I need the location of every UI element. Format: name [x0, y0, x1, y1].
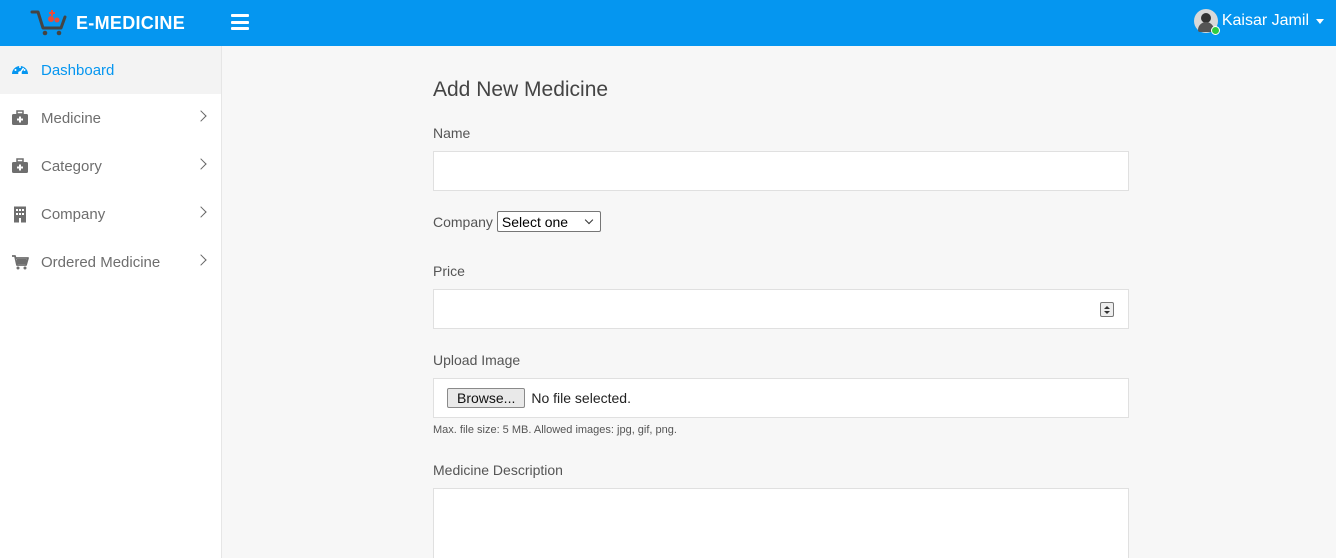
upload-help-text: Max. file size: 5 MB. Allowed images: jp… — [433, 424, 677, 436]
name-input[interactable] — [433, 151, 1129, 191]
upload-image-label: Upload Image — [433, 352, 521, 368]
chevron-down-icon — [584, 215, 594, 225]
sidebar-item-label: Medicine — [41, 109, 102, 127]
medical-bag-icon — [11, 109, 29, 127]
caret-down-icon — [1316, 18, 1324, 24]
sidebar-item-label: Company — [41, 205, 106, 223]
sidebar-item-dashboard[interactable]: Dashboard — [0, 46, 221, 94]
sidebar-item-label: Category — [41, 157, 102, 175]
file-status-text: No file selected. — [531, 390, 631, 406]
cart-logo-icon — [30, 8, 68, 38]
image-upload-field: Browse... No file selected. — [433, 378, 1129, 418]
sidebar: Dashboard Medicine Category Company Orde… — [0, 46, 222, 558]
medical-bag-icon — [11, 157, 29, 175]
dashboard-gauge-icon — [11, 61, 29, 79]
user-menu[interactable]: Kaisar Jamil — [1193, 9, 1324, 35]
chevron-right-icon — [195, 110, 207, 122]
browse-button[interactable]: Browse... — [447, 388, 526, 408]
page-title: Add New Medicine — [433, 78, 609, 101]
number-spinner-icon[interactable] — [1100, 302, 1114, 317]
chevron-right-icon — [195, 254, 207, 266]
sidebar-item-medicine[interactable]: Medicine — [0, 94, 221, 142]
sidebar-item-label: Ordered Medicine — [41, 253, 161, 271]
company-label: Company — [433, 213, 493, 230]
name-label: Name — [433, 125, 471, 141]
sidebar-item-category[interactable]: Category — [0, 142, 221, 190]
chevron-right-icon — [195, 158, 207, 170]
brand-name: E-MEDICINE — [76, 12, 186, 33]
online-status-icon — [1210, 26, 1220, 35]
company-select[interactable]: Select one — [496, 211, 601, 232]
avatar — [1193, 9, 1220, 35]
brand[interactable]: E-MEDICINE — [30, 8, 185, 38]
main-content: Add New Medicine Name Company Select one… — [222, 46, 1336, 558]
building-icon — [11, 205, 29, 223]
chevron-right-icon — [195, 206, 207, 218]
company-select-value: Select one — [501, 213, 569, 230]
description-label: Medicine Description — [433, 462, 563, 478]
cart-icon — [11, 253, 29, 271]
top-navbar: E-MEDICINE Kaisar Jamil — [0, 0, 1336, 46]
sidebar-item-company[interactable]: Company — [0, 190, 221, 238]
description-textarea[interactable] — [433, 488, 1129, 558]
company-row: Company Select one — [433, 211, 601, 232]
menu-toggle-icon[interactable] — [231, 14, 249, 30]
price-label: Price — [433, 263, 465, 279]
sidebar-item-ordered-medicine[interactable]: Ordered Medicine — [0, 238, 221, 286]
price-input[interactable] — [433, 289, 1129, 329]
sidebar-item-label: Dashboard — [41, 61, 115, 79]
user-name: Kaisar Jamil — [1221, 12, 1309, 29]
